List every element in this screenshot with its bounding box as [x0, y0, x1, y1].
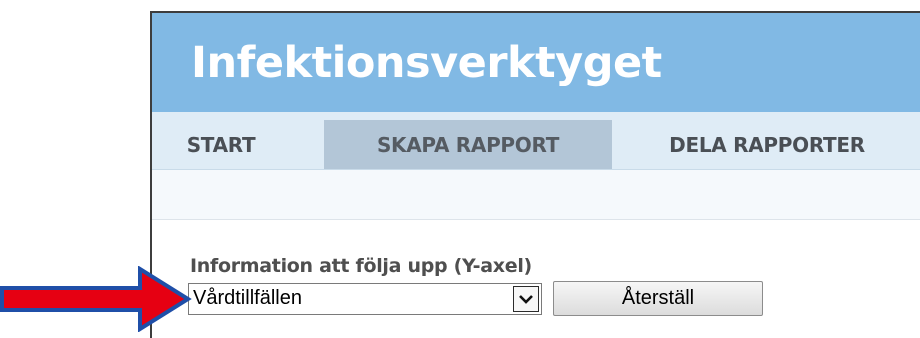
y-axis-select-value: Vårdtillfällen: [193, 287, 302, 309]
app-title: Infektionsverktyget: [191, 38, 662, 88]
nav-item-start[interactable]: START: [152, 120, 290, 169]
y-axis-label: Information att följa upp (Y-axel): [190, 255, 532, 277]
app-window: Infektionsverktyget START SKAPA RAPPORT …: [150, 11, 920, 338]
chevron-down-icon[interactable]: [513, 286, 539, 312]
red-arrow-pointer: [0, 266, 192, 332]
y-axis-select[interactable]: Vårdtillfällen: [188, 283, 542, 315]
app-header-banner: Infektionsverktyget: [152, 13, 920, 112]
main-nav: START SKAPA RAPPORT DELA RAPPORTER: [152, 112, 920, 170]
nav-item-dela-rapporter[interactable]: DELA RAPPORTER: [647, 120, 887, 169]
reset-button[interactable]: Återställ: [553, 281, 763, 316]
sub-toolbar: [152, 170, 920, 220]
nav-item-skapa-rapport[interactable]: SKAPA RAPPORT: [324, 120, 612, 169]
